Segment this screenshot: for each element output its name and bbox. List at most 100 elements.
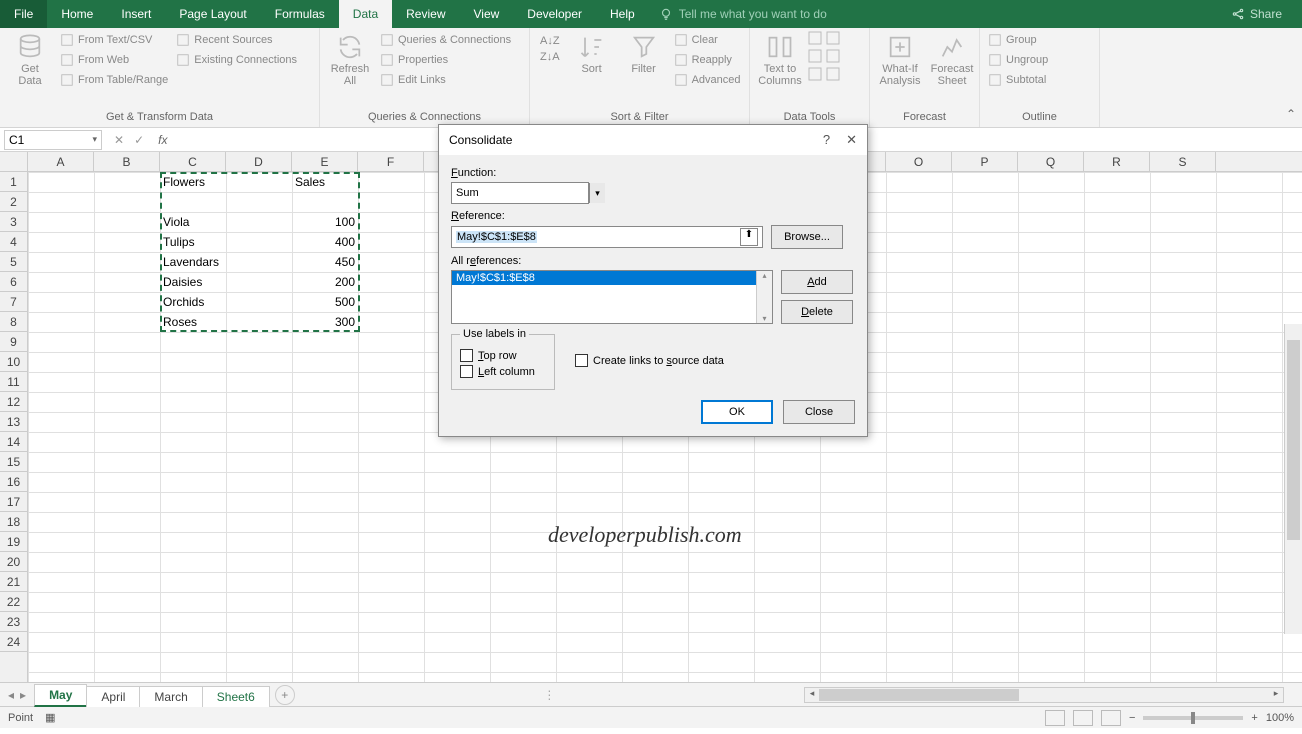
cell-E1[interactable]: Sales xyxy=(292,172,358,192)
sheet-nav-next-icon[interactable]: ▸ xyxy=(20,688,26,702)
tab-insert[interactable]: Insert xyxy=(107,0,165,28)
tab-file[interactable]: File xyxy=(0,0,47,28)
sheet-nav-prev-icon[interactable]: ◂ xyxy=(8,688,14,702)
from-text-csv-button[interactable]: From Text/CSV xyxy=(58,31,170,49)
row-header[interactable]: 22 xyxy=(0,592,27,612)
row-header[interactable]: 2 xyxy=(0,192,27,212)
tab-home[interactable]: Home xyxy=(47,0,107,28)
tab-data[interactable]: Data xyxy=(339,0,392,28)
share-button[interactable]: Share xyxy=(1231,7,1282,21)
column-header[interactable]: P xyxy=(952,152,1018,171)
macro-record-icon[interactable]: ▦ xyxy=(45,711,55,724)
row-header[interactable]: 19 xyxy=(0,532,27,552)
row-header[interactable]: 10 xyxy=(0,352,27,372)
close-icon[interactable]: ✕ xyxy=(846,132,857,148)
cell-E8[interactable]: 300 xyxy=(292,312,358,332)
advanced-button[interactable]: Advanced xyxy=(672,71,743,89)
row-header[interactable]: 17 xyxy=(0,492,27,512)
row-header[interactable]: 20 xyxy=(0,552,27,572)
edit-links-button[interactable]: Edit Links xyxy=(378,71,513,89)
column-header[interactable]: E xyxy=(292,152,358,171)
cell-C6[interactable]: Daisies xyxy=(160,272,226,292)
row-header[interactable]: 7 xyxy=(0,292,27,312)
data-model-icon[interactable] xyxy=(826,67,840,81)
horizontal-scrollbar[interactable]: ◂ ▸ xyxy=(804,687,1284,703)
fx-icon[interactable]: fx xyxy=(152,133,173,147)
cell-E4[interactable]: 400 xyxy=(292,232,358,252)
validation-icon[interactable] xyxy=(808,49,822,63)
add-sheet-button[interactable]: + xyxy=(275,685,295,705)
row-header[interactable]: 9 xyxy=(0,332,27,352)
delete-button[interactable]: Delete xyxy=(781,300,853,324)
dialog-titlebar[interactable]: Consolidate ? ✕ xyxy=(439,125,867,155)
sheet-tab-march[interactable]: March xyxy=(139,686,202,707)
row-header[interactable]: 12 xyxy=(0,392,27,412)
column-header[interactable]: A xyxy=(28,152,94,171)
sort-button[interactable]: Sort xyxy=(568,31,616,77)
consolidate-icon[interactable] xyxy=(826,49,840,63)
forecast-sheet-button[interactable]: Forecast Sheet xyxy=(928,31,976,89)
ok-button[interactable]: OK xyxy=(701,400,773,424)
tell-me[interactable]: Tell me what you want to do xyxy=(649,7,837,21)
list-scrollbar[interactable]: ▴ ▾ xyxy=(756,271,772,323)
sheet-tab-may[interactable]: May xyxy=(34,684,87,707)
row-header[interactable]: 3 xyxy=(0,212,27,232)
row-header[interactable]: 14 xyxy=(0,432,27,452)
remove-dup-icon[interactable] xyxy=(826,31,840,45)
tab-page-layout[interactable]: Page Layout xyxy=(165,0,260,28)
column-header[interactable]: C xyxy=(160,152,226,171)
page-break-view-button[interactable] xyxy=(1101,710,1121,726)
function-select[interactable]: Sum xyxy=(451,182,589,204)
column-header[interactable]: Q xyxy=(1018,152,1084,171)
row-header[interactable]: 6 xyxy=(0,272,27,292)
select-all-corner[interactable] xyxy=(0,152,28,171)
text-to-columns-button[interactable]: Text to Columns xyxy=(756,31,804,89)
subtotal-button[interactable]: Subtotal xyxy=(986,71,1050,89)
queries-connections-button[interactable]: Queries & Connections xyxy=(378,31,513,49)
list-item[interactable]: May!$C$1:$E$8 xyxy=(452,271,772,285)
row-header[interactable]: 1 xyxy=(0,172,27,192)
row-header[interactable]: 4 xyxy=(0,232,27,252)
row-header[interactable]: 21 xyxy=(0,572,27,592)
row-header[interactable]: 24 xyxy=(0,632,27,652)
column-header[interactable]: B xyxy=(94,152,160,171)
column-header[interactable]: F xyxy=(358,152,424,171)
sheet-tab-sheet6[interactable]: Sheet6 xyxy=(202,686,270,707)
browse-button[interactable]: Browse... xyxy=(771,225,843,249)
cell-C7[interactable]: Orchids xyxy=(160,292,226,312)
sort-desc-button[interactable]: Z↓A xyxy=(540,51,560,63)
tab-view[interactable]: View xyxy=(460,0,514,28)
sheet-tab-april[interactable]: April xyxy=(86,686,140,707)
row-header[interactable]: 18 xyxy=(0,512,27,532)
reapply-button[interactable]: Reapply xyxy=(672,51,743,69)
row-header[interactable]: 15 xyxy=(0,452,27,472)
column-header[interactable]: D xyxy=(226,152,292,171)
cell-E7[interactable]: 500 xyxy=(292,292,358,312)
cell-C3[interactable]: Viola xyxy=(160,212,226,232)
cell-E3[interactable]: 100 xyxy=(292,212,358,232)
row-header[interactable]: 16 xyxy=(0,472,27,492)
zoom-level[interactable]: 100% xyxy=(1266,712,1294,724)
row-header[interactable]: 5 xyxy=(0,252,27,272)
what-if-button[interactable]: What-If Analysis xyxy=(876,31,924,89)
existing-connections-button[interactable]: Existing Connections xyxy=(174,51,299,69)
flash-fill-icon[interactable] xyxy=(808,31,822,45)
cell-C4[interactable]: Tulips xyxy=(160,232,226,252)
zoom-in-button[interactable]: + xyxy=(1251,712,1257,724)
collapse-ribbon-icon[interactable]: ⌃ xyxy=(1286,107,1296,121)
group-button[interactable]: Group xyxy=(986,31,1050,49)
tab-developer[interactable]: Developer xyxy=(513,0,596,28)
tab-help[interactable]: Help xyxy=(596,0,649,28)
ungroup-button[interactable]: Ungroup xyxy=(986,51,1050,69)
column-header[interactable]: O xyxy=(886,152,952,171)
normal-view-button[interactable] xyxy=(1045,710,1065,726)
cell-C5[interactable]: Lavendars xyxy=(160,252,226,272)
create-links-checkbox[interactable]: Create links to source data xyxy=(575,354,724,367)
get-data-button[interactable]: Get Data xyxy=(6,31,54,89)
clear-button[interactable]: Clear xyxy=(672,31,743,49)
relationships-icon[interactable] xyxy=(808,67,822,81)
properties-button[interactable]: Properties xyxy=(378,51,513,69)
zoom-out-button[interactable]: − xyxy=(1129,712,1135,724)
tab-review[interactable]: Review xyxy=(392,0,459,28)
from-web-button[interactable]: From Web xyxy=(58,51,170,69)
